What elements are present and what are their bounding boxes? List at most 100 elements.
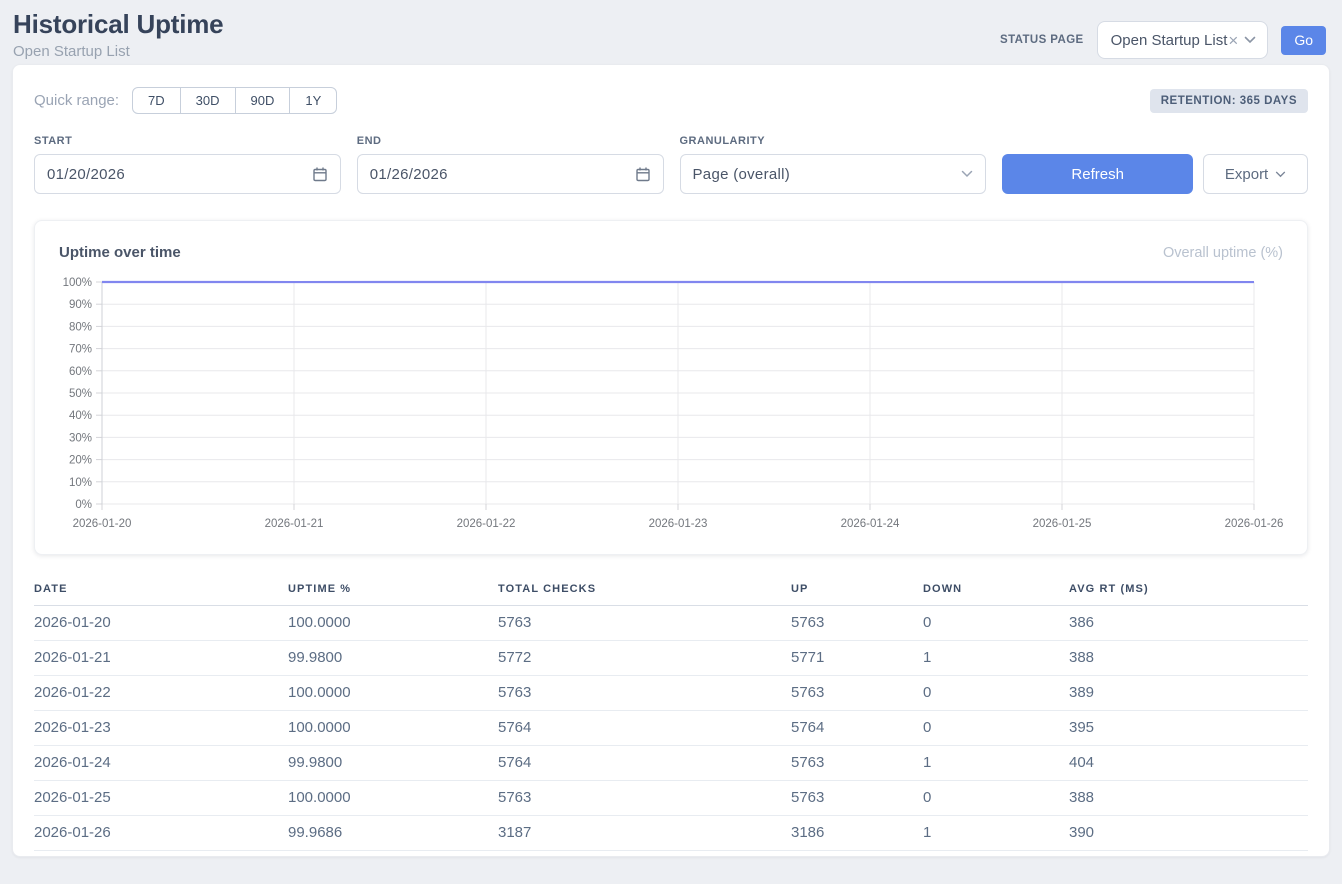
svg-text:90%: 90% bbox=[69, 299, 92, 311]
go-button[interactable]: Go bbox=[1281, 26, 1326, 55]
table-cell: 5772 bbox=[498, 641, 791, 676]
svg-text:2026-01-25: 2026-01-25 bbox=[1033, 518, 1092, 530]
retention-badge: RETENTION: 365 DAYS bbox=[1150, 89, 1308, 113]
table-cell: 404 bbox=[1069, 746, 1308, 781]
column-header: UPTIME % bbox=[288, 573, 498, 606]
calendar-icon[interactable] bbox=[312, 166, 328, 182]
table-cell: 99.9800 bbox=[288, 746, 498, 781]
table-cell: 5763 bbox=[791, 676, 923, 711]
table-cell: 5763 bbox=[498, 781, 791, 816]
svg-text:60%: 60% bbox=[69, 366, 92, 378]
svg-text:2026-01-23: 2026-01-23 bbox=[649, 518, 708, 530]
quick-range-7d[interactable]: 7D bbox=[132, 87, 181, 114]
table-cell: 5763 bbox=[791, 606, 923, 641]
table-cell: 2026-01-20 bbox=[34, 606, 288, 641]
table-cell: 99.9686 bbox=[288, 816, 498, 851]
svg-text:2026-01-20: 2026-01-20 bbox=[73, 518, 132, 530]
end-date-input[interactable]: 01/26/2026 bbox=[357, 154, 664, 194]
table-cell: 3186 bbox=[791, 816, 923, 851]
quick-range-30d[interactable]: 30D bbox=[180, 87, 236, 114]
export-button-label: Export bbox=[1225, 166, 1268, 183]
chart-card: Uptime over time Overall uptime (%) 0% 10… bbox=[34, 220, 1308, 555]
table-cell: 5763 bbox=[498, 606, 791, 641]
svg-text:40%: 40% bbox=[69, 410, 92, 422]
status-page-select[interactable]: Open Startup List × bbox=[1097, 21, 1269, 59]
table-cell: 5771 bbox=[791, 641, 923, 676]
quick-range-group: 7D 30D 90D 1Y bbox=[132, 87, 337, 114]
table-cell: 2026-01-23 bbox=[34, 711, 288, 746]
svg-text:0%: 0% bbox=[75, 499, 92, 511]
table-cell: 388 bbox=[1069, 781, 1308, 816]
status-page-label: STATUS PAGE bbox=[1000, 34, 1084, 46]
table-row: 2026-01-22100.0000576357630389 bbox=[34, 676, 1308, 711]
quick-range-90d[interactable]: 90D bbox=[235, 87, 291, 114]
chevron-down-icon bbox=[1244, 36, 1256, 44]
table-cell: 2026-01-25 bbox=[34, 781, 288, 816]
column-header: AVG RT (MS) bbox=[1069, 573, 1308, 606]
uptime-chart: 0%10%20%30%40%50%60%70%80%90%100%2026-01… bbox=[35, 269, 1307, 536]
start-label: START bbox=[34, 135, 341, 147]
table-cell: 99.9800 bbox=[288, 641, 498, 676]
table-cell: 2026-01-24 bbox=[34, 746, 288, 781]
end-label: END bbox=[357, 135, 664, 147]
table-row: 2026-01-2199.9800577257711388 bbox=[34, 641, 1308, 676]
clear-icon[interactable]: × bbox=[1228, 32, 1238, 49]
table-cell: 1 bbox=[923, 641, 1069, 676]
granularity-value: Page (overall) bbox=[693, 166, 791, 183]
calendar-icon[interactable] bbox=[635, 166, 651, 182]
table-cell: 1 bbox=[923, 816, 1069, 851]
start-date-input[interactable]: 01/20/2026 bbox=[34, 154, 341, 194]
granularity-field: GRANULARITY Page (overall) bbox=[680, 135, 987, 194]
title-block: Historical Uptime Open Startup List bbox=[13, 9, 223, 60]
chart-legend-label: Overall uptime (%) bbox=[1163, 245, 1283, 261]
filter-row: START 01/20/2026 END 01/26/2026 GRANULAR… bbox=[34, 135, 1308, 194]
table-cell: 0 bbox=[923, 606, 1069, 641]
page-header: Historical Uptime Open Startup List STAT… bbox=[0, 0, 1342, 60]
column-header: DATE bbox=[34, 573, 288, 606]
table-cell: 1 bbox=[923, 746, 1069, 781]
table-cell: 0 bbox=[923, 711, 1069, 746]
svg-text:2026-01-21: 2026-01-21 bbox=[265, 518, 324, 530]
status-page-select-value: Open Startup List bbox=[1111, 32, 1228, 49]
export-button[interactable]: Export bbox=[1203, 154, 1308, 194]
svg-text:2026-01-24: 2026-01-24 bbox=[841, 518, 900, 530]
quick-range-1y[interactable]: 1Y bbox=[289, 87, 337, 114]
svg-text:20%: 20% bbox=[69, 455, 92, 467]
chart-header: Uptime over time Overall uptime (%) bbox=[35, 244, 1307, 261]
table-cell: 395 bbox=[1069, 711, 1308, 746]
table-cell: 390 bbox=[1069, 816, 1308, 851]
table-cell: 5764 bbox=[498, 746, 791, 781]
table-cell: 100.0000 bbox=[288, 606, 498, 641]
chevron-down-icon bbox=[1275, 171, 1286, 178]
granularity-select[interactable]: Page (overall) bbox=[680, 154, 987, 194]
svg-text:100%: 100% bbox=[63, 277, 92, 289]
svg-text:30%: 30% bbox=[69, 432, 92, 444]
table-cell: 388 bbox=[1069, 641, 1308, 676]
table-cell: 386 bbox=[1069, 606, 1308, 641]
column-header: TOTAL CHECKS bbox=[498, 573, 791, 606]
table-cell: 2026-01-26 bbox=[34, 816, 288, 851]
table-cell: 100.0000 bbox=[288, 711, 498, 746]
svg-text:50%: 50% bbox=[69, 388, 92, 400]
table-cell: 5763 bbox=[791, 746, 923, 781]
table-cell: 2026-01-22 bbox=[34, 676, 288, 711]
svg-text:80%: 80% bbox=[69, 321, 92, 333]
table-row: 2026-01-25100.0000576357630388 bbox=[34, 781, 1308, 816]
table-cell: 389 bbox=[1069, 676, 1308, 711]
svg-text:10%: 10% bbox=[69, 477, 92, 489]
end-date-value: 01/26/2026 bbox=[370, 166, 448, 183]
table-cell: 0 bbox=[923, 781, 1069, 816]
table-cell: 5763 bbox=[498, 676, 791, 711]
table-row: 2026-01-23100.0000576457640395 bbox=[34, 711, 1308, 746]
chart-title: Uptime over time bbox=[59, 244, 181, 261]
svg-text:2026-01-22: 2026-01-22 bbox=[457, 518, 516, 530]
table-header-row: DATEUPTIME %TOTAL CHECKSUPDOWNAVG RT (MS… bbox=[34, 573, 1308, 606]
end-date-field: END 01/26/2026 bbox=[357, 135, 664, 194]
table-cell: 100.0000 bbox=[288, 781, 498, 816]
table-cell: 5764 bbox=[498, 711, 791, 746]
table-cell: 2026-01-21 bbox=[34, 641, 288, 676]
table-row: 2026-01-20100.0000576357630386 bbox=[34, 606, 1308, 641]
refresh-button[interactable]: Refresh bbox=[1002, 154, 1193, 194]
start-date-value: 01/20/2026 bbox=[47, 166, 125, 183]
start-date-field: START 01/20/2026 bbox=[34, 135, 341, 194]
